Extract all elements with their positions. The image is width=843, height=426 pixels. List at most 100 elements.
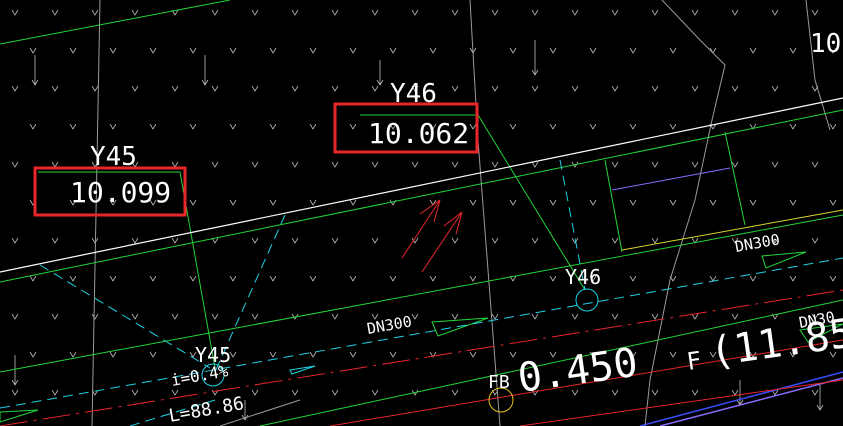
ground-arrow-marker (171, 313, 179, 320)
ground-arrow-marker (29, 275, 37, 282)
ground-arrow-marker (691, 389, 699, 396)
ground-arrow-marker (189, 123, 197, 130)
ground-arrow-marker (291, 9, 299, 16)
ground-arrow-marker (269, 351, 277, 358)
gray-line-left (91, 0, 101, 426)
ground-arrow-marker (691, 313, 699, 320)
purple-line (611, 167, 731, 191)
ground-arrow-marker (629, 275, 637, 282)
ground-arrow-marker (611, 85, 619, 92)
ground-arrow-marker (771, 161, 779, 168)
ground-arrow-marker (749, 199, 757, 206)
ground-arrow-marker (171, 161, 179, 168)
flow-tick-marker (736, 380, 744, 406)
ground-arrow-marker (811, 9, 819, 16)
red-lines (0, 199, 843, 426)
ground-arrow-marker (371, 389, 379, 396)
ground-arrow-marker (509, 199, 517, 206)
ground-arrow-marker (331, 237, 339, 244)
flow-tick-marker (376, 60, 384, 86)
ground-arrow-marker (611, 389, 619, 396)
ground-arrow-marker (589, 47, 597, 54)
ground-arrow-marker (629, 47, 637, 54)
ground-arrow-marker (109, 351, 117, 358)
ground-arrow-marker (789, 275, 797, 282)
ground-arrow-marker (429, 199, 437, 206)
ground-arrow-marker (771, 9, 779, 16)
ground-arrow-marker (411, 9, 419, 16)
ground-arrow-marker (69, 351, 77, 358)
ground-arrow-marker (509, 47, 517, 54)
ground-arrow-marker (331, 313, 339, 320)
flow-tick-marker (201, 55, 209, 86)
ground-arrow-marker (291, 389, 299, 396)
ground-arrow-marker (651, 9, 659, 16)
ground-arrow-marker (349, 47, 357, 54)
ground-arrow-marker (11, 237, 19, 244)
ground-arrow-marker (811, 237, 819, 244)
ground-arrow-marker (571, 313, 579, 320)
manhole-y46[interactable] (575, 288, 599, 312)
ground-arrow-marker (131, 389, 139, 396)
ground-arrow-marker (211, 313, 219, 320)
ground-arrow-marker (29, 47, 37, 54)
label-top-right-value: 10 (810, 29, 841, 59)
ground-arrow-marker (709, 199, 717, 206)
ground-arrow-marker (549, 199, 557, 206)
ground-arrow-marker (371, 9, 379, 16)
ground-arrow-marker (509, 123, 517, 130)
ground-arrow-marker (771, 85, 779, 92)
ground-arrow-marker (451, 9, 459, 16)
ground-arrow-marker (149, 275, 157, 282)
ground-arrow-marker (669, 123, 677, 130)
cad-drawing-canvas[interactable]: Y45 10.099 Y46 10.062 Y46 Y45 DN300 DN30… (0, 0, 843, 426)
ground-arrow-marker (109, 47, 117, 54)
ground-arrow-marker (651, 313, 659, 320)
ground-arrow-marker (331, 9, 339, 16)
ground-arrow-marker (309, 275, 317, 282)
ground-arrow-marker (251, 161, 259, 168)
ground-arrow-marker (491, 313, 499, 320)
flow-tick-marker (531, 40, 539, 76)
ground-arrow-marker (11, 389, 19, 396)
ground-arrow-marker (251, 85, 259, 92)
ground-arrow-marker (789, 123, 797, 130)
ground-arrow-marker (131, 313, 139, 320)
ground-arrow-marker (229, 275, 237, 282)
ground-arrow-marker (291, 237, 299, 244)
ground-arrow-marker (611, 237, 619, 244)
ground-arrow-marker (651, 389, 659, 396)
ground-arrow-marker (251, 9, 259, 16)
ground-arrow-marker (531, 161, 539, 168)
ground-arrow-marker (731, 9, 739, 16)
label-y45-elevation: 10.099 (70, 176, 171, 209)
ground-arrow-marker (829, 123, 837, 130)
ground-arrow-marker (269, 275, 277, 282)
label-dn300-mid: DN300 (366, 312, 414, 338)
ground-arrow-marker (349, 199, 357, 206)
ground-arrow-marker (451, 313, 459, 320)
ground-arrow-marker (331, 389, 339, 396)
ground-arrow-marker (229, 47, 237, 54)
ground-arrow-marker (469, 199, 477, 206)
ground-arrow-marker (29, 123, 37, 130)
ground-arrow-marker (251, 389, 259, 396)
ground-arrow-marker (189, 47, 197, 54)
ground-arrow-marker (229, 123, 237, 130)
ground-arrow-marker (131, 237, 139, 244)
ground-arrow-marker (51, 237, 59, 244)
cyan-dashed-diag-1 (39, 264, 211, 369)
ground-arrow-marker (171, 389, 179, 396)
green-box-right (724, 131, 746, 226)
ground-arrow-marker (171, 237, 179, 244)
label-fb: FB (488, 372, 510, 393)
ground-arrow-marker (731, 85, 739, 92)
ground-arrow-marker (469, 123, 477, 130)
ground-arrow-marker (11, 161, 19, 168)
ground-arrow-marker (549, 275, 557, 282)
ground-arrow-marker (669, 199, 677, 206)
ground-arrow-marker (531, 237, 539, 244)
ground-arrow-marker (669, 47, 677, 54)
flow-tick-marker (816, 385, 824, 411)
ground-arrow-marker (51, 313, 59, 320)
